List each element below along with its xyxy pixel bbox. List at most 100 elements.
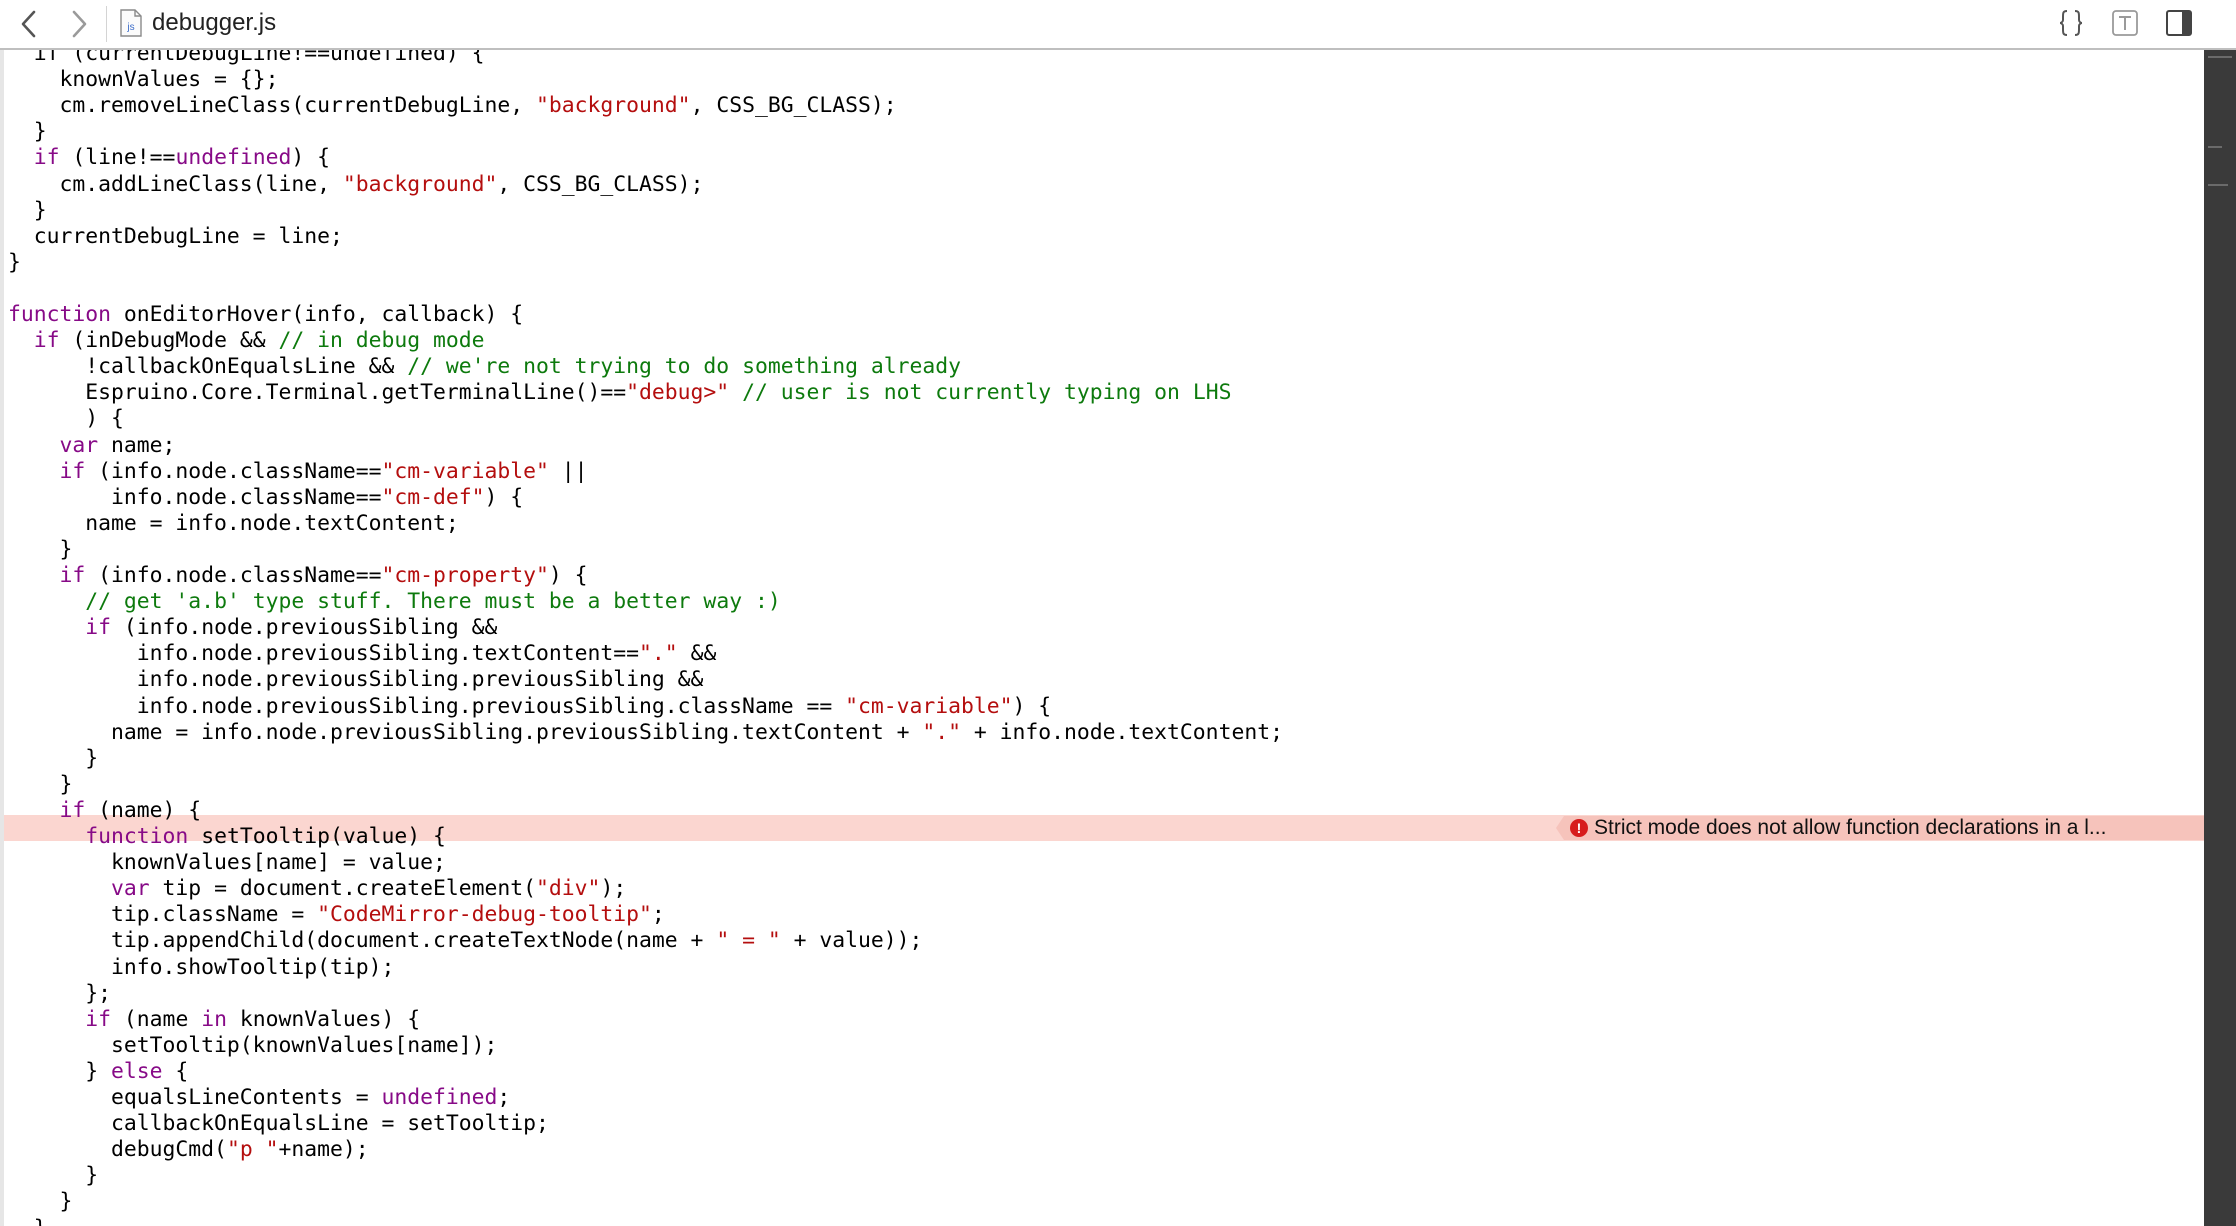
code-token: name; <box>98 432 176 458</box>
code-token: && <box>677 641 717 667</box>
code-token: ) { <box>1012 693 1052 719</box>
code-line: // get 'a.b' type stuff. There must be a… <box>8 589 781 615</box>
code-line: info.node.previousSibling.previousSiblin… <box>8 694 1051 720</box>
code-token: "." <box>639 641 678 667</box>
code-token: equalsLineContents = <box>8 1085 382 1110</box>
code-token: } <box>8 1189 73 1215</box>
code-line: info.showTooltip(tip); <box>8 955 394 981</box>
code-token: (info.node.className== <box>85 563 382 588</box>
type-profiler-button[interactable] <box>2110 8 2140 38</box>
code-line: info.node.previousSibling.previousSiblin… <box>8 667 704 693</box>
pretty-print-button[interactable] <box>2056 8 2086 38</box>
code-token: (info.node.previousSibling && <box>111 615 498 641</box>
code-token: info.node.previousSibling.textContent== <box>8 641 640 667</box>
code-token: "cm-variable" <box>381 458 549 484</box>
type-profiler-icon <box>2112 10 2138 36</box>
code-token: , CSS_BG_CLASS); <box>690 93 897 119</box>
code-token: undefined <box>381 1085 498 1110</box>
code-token: info.node.className== <box>8 484 382 510</box>
error-badge[interactable]: ! Strict mode does not allow function de… <box>1556 816 2204 840</box>
toolbar-separator <box>106 6 107 42</box>
code-token: ; <box>497 1085 511 1110</box>
code-line: Espruino.Core.Terminal.getTerminalLine()… <box>8 380 1231 406</box>
code-token: if <box>85 1006 112 1032</box>
toolbar: js debugger.js <box>0 0 2236 50</box>
code-token: "div" <box>536 876 601 902</box>
code-line: } <box>8 746 98 772</box>
code-token: } <box>8 745 99 771</box>
code-token: "background" <box>342 171 498 197</box>
code-token: +name); <box>278 1137 369 1163</box>
code-token: ) { <box>548 563 588 588</box>
code-line: cm.addLineClass(line, "background", CSS_… <box>8 171 704 198</box>
code-token: "cm-property" <box>381 563 549 588</box>
code-line: setTooltip(knownValues[name]); <box>8 1033 497 1059</box>
code-token: tip = document.createElement( <box>149 876 537 902</box>
code-line: } <box>8 536 73 563</box>
code-line: if (info.node.className=="cm-variable" |… <box>8 459 588 485</box>
code-token: ); <box>600 876 627 902</box>
code-editor[interactable]: if (currentDebugLine!==undefined) { know… <box>0 50 2204 1226</box>
strip-mark <box>2208 146 2222 148</box>
error-message: Strict mode does not allow function decl… <box>1594 816 2107 839</box>
back-button[interactable] <box>14 8 46 40</box>
code-token: else <box>111 1058 163 1084</box>
forward-button[interactable] <box>62 8 94 40</box>
code-token: || <box>548 458 588 484</box>
code-line: } <box>8 119 47 145</box>
code-line: } <box>8 250 21 276</box>
code-token: if (currentDebugLine!==undefined) { <box>8 50 485 66</box>
code-token: } <box>8 771 73 797</box>
code-line: } <box>8 1163 98 1189</box>
code-token: tip.appendChild(document.createTextNode(… <box>8 928 717 954</box>
code-token: if <box>33 328 60 354</box>
code-token: (name) { <box>85 797 202 823</box>
code-line: var name; <box>8 432 176 459</box>
code-token: name = info.node.textContent; <box>8 510 459 536</box>
code-token: } <box>8 536 73 562</box>
code-line: if (line!==undefined) { <box>8 145 330 171</box>
code-token: ) { <box>484 484 524 510</box>
svg-text:js: js <box>126 22 134 33</box>
error-exclamation-icon: ! <box>1570 819 1588 837</box>
code-token: ) { <box>291 145 330 171</box>
code-token: setTooltip(knownValues[name]); <box>8 1032 498 1058</box>
code-token: } <box>8 1058 112 1084</box>
code-token: knownValues = {}; <box>8 67 279 93</box>
code-token: if <box>59 797 86 823</box>
code-token: (name <box>111 1006 202 1032</box>
code-token: Espruino.Core.Terminal.getTerminalLine()… <box>8 380 627 406</box>
code-token: var <box>59 432 99 458</box>
code-token: // user is not currently typing on LHS <box>742 380 1232 406</box>
code-line: name = info.node.previousSibling.previou… <box>8 720 1283 746</box>
code-token: function <box>8 302 112 327</box>
code-token: // get 'a.b' type stuff. There must be a… <box>85 589 781 615</box>
code-token: if <box>33 145 60 171</box>
code-token: } <box>8 1163 99 1189</box>
strip-mark <box>2208 184 2228 186</box>
code-line: currentDebugLine = line; <box>8 224 343 250</box>
code-line: if (info.node.className=="cm-property") … <box>8 563 588 589</box>
sidebar-toggle-button[interactable] <box>2164 8 2194 38</box>
code-token: name = info.node.previousSibling.previou… <box>8 719 923 745</box>
code-token: currentDebugLine = line; <box>8 223 343 249</box>
code-token: , CSS_BG_CLASS); <box>497 171 704 197</box>
code-token: // in debug mode <box>278 328 485 354</box>
code-token: { <box>162 1058 189 1084</box>
code-token: "cm-def" <box>381 484 485 510</box>
code-token: } <box>8 249 21 275</box>
code-line: if (name in knownValues) { <box>8 1007 420 1033</box>
curly-braces-icon <box>2059 10 2083 36</box>
code-line: cm.removeLineClass(currentDebugLine, "ba… <box>8 93 897 119</box>
code-token: "CodeMirror-debug-tooltip" <box>317 902 652 928</box>
sidebar-toggle-icon <box>2166 10 2192 36</box>
code-token: ) { <box>8 406 124 432</box>
code-line: } <box>8 1189 73 1215</box>
